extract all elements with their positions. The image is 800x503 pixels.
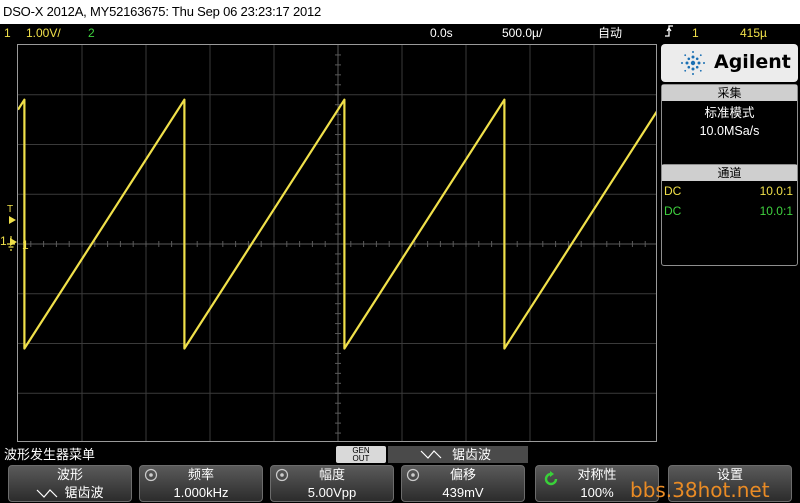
softkey-waveform-value-row: 锯齿波 xyxy=(9,485,131,501)
softkey-offset-value: 439mV xyxy=(442,485,484,500)
sample-rate: 10.0MSa/s xyxy=(699,124,760,138)
softkey-frequency-value: 1.000kHz xyxy=(173,485,229,500)
current-wave-label: 锯齿波 xyxy=(452,447,492,462)
trigger-mode[interactable]: 自动 xyxy=(598,24,622,42)
trigger-level[interactable]: 415µ xyxy=(740,24,767,42)
channel-panel[interactable]: 通道 DC 10.0:1 DC 10.0:1 xyxy=(661,164,798,266)
ch1-arrow-icon xyxy=(10,238,17,246)
waveform-canvas: 1 xyxy=(18,45,656,441)
softkey-waveform[interactable]: 波形 锯齿波 xyxy=(8,465,132,502)
channel-row-1[interactable]: DC 10.0:1 xyxy=(662,181,797,201)
softkey-amplitude-label: 幅度 xyxy=(318,467,345,482)
softkey-amplitude[interactable]: 幅度 5.00Vpp xyxy=(270,465,394,502)
ch1-scale[interactable]: 1.00V/ xyxy=(26,24,61,42)
softkey-frequency-label: 频率 xyxy=(187,467,214,482)
ch2-number[interactable]: 2 xyxy=(88,24,95,42)
status-bar: 1 1.00V/ 2 0.0s 500.0µ/ 自动 1 415µ xyxy=(0,24,800,42)
acquire-mode: 标准模式 xyxy=(704,106,755,120)
trigger-arrow-icon xyxy=(9,216,16,224)
trigger-level-marker[interactable]: T xyxy=(7,204,13,215)
softkey-frequency[interactable]: 频率 1.000kHz xyxy=(139,465,263,502)
channel-row-2[interactable]: DC 10.0:1 xyxy=(662,201,797,221)
ch1-coupling: DC xyxy=(664,184,682,198)
trigger-edge-icon xyxy=(664,24,674,43)
logo-text: Agilent xyxy=(714,51,791,73)
agilent-spark-icon xyxy=(681,51,705,75)
waveform-display[interactable]: 1 xyxy=(17,44,657,442)
softkey-waveform-value: 锯齿波 xyxy=(64,485,104,500)
ch1-number[interactable]: 1 xyxy=(4,24,11,42)
channel-header: 通道 xyxy=(662,165,797,181)
agilent-logo: Agilent xyxy=(661,44,798,82)
left-markers: T 1 xyxy=(0,44,17,442)
graticule-grid xyxy=(18,45,656,441)
ch1-trace-label: 1 xyxy=(22,238,29,252)
softkey-waveform-label: 波形 xyxy=(56,467,83,482)
ch2-coupling: DC xyxy=(664,204,682,218)
menu-title: 波形发生器菜单 xyxy=(4,447,96,462)
gen-out-line2: OUT xyxy=(352,454,370,463)
title-bar-text: DSO-X 2012A, MY52163675: Thu Sep 06 23:2… xyxy=(3,4,322,19)
ch2-probe: 10.0:1 xyxy=(759,204,793,218)
sawtooth-wave-icon xyxy=(37,489,58,498)
title-bar: DSO-X 2012A, MY52163675: Thu Sep 06 23:2… xyxy=(0,0,800,24)
wave-shape-icon xyxy=(420,450,442,459)
acquire-header: 采集 xyxy=(662,85,797,101)
softkey-offset[interactable]: 偏移 439mV xyxy=(401,465,525,502)
time-scale[interactable]: 500.0µ/ xyxy=(502,24,542,42)
current-wave-indicator: 锯齿波 xyxy=(388,446,528,463)
gen-out-indicator: GEN OUT xyxy=(336,446,386,463)
trigger-source[interactable]: 1 xyxy=(692,24,699,42)
watermark-text: bbs.38hot.net xyxy=(630,478,770,502)
softkey-amplitude-value: 5.00Vpp xyxy=(307,485,357,500)
time-delay[interactable]: 0.0s xyxy=(430,24,453,42)
ch1-probe: 10.0:1 xyxy=(759,184,793,198)
softkey-offset-label: 偏移 xyxy=(449,467,476,482)
